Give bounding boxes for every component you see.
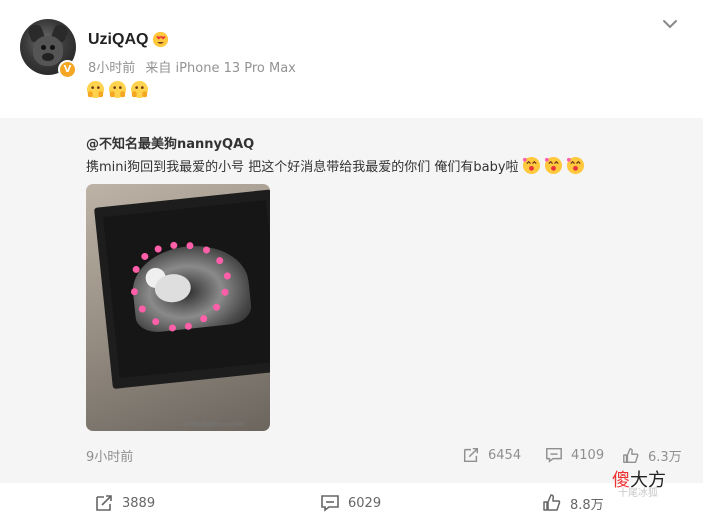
original-post-text: 携mini狗回到我最爱的小号 把这个好消息带给我最爱的你们 俺们有baby啦 — [86, 156, 585, 175]
post-header: V UziQAQ 8小时前 来自 iPhone 13 Pro Max — [0, 0, 703, 118]
avatar-face — [33, 36, 63, 66]
clap-emoji-icon — [130, 80, 149, 99]
original-comment-count[interactable]: 4109 — [545, 446, 604, 464]
celebrate-emoji-icon — [544, 156, 562, 175]
username[interactable]: UziQAQ — [88, 31, 148, 49]
repost-button[interactable]: 3889 — [94, 493, 155, 513]
reposted-post[interactable]: @不知名最美狗nannyQAQ 携mini狗回到我最爱的小号 把这个好消息带给我… — [0, 118, 703, 483]
avatar-snout — [42, 53, 54, 61]
repost-icon — [96, 495, 112, 511]
heart-decoration — [168, 324, 177, 332]
clap-emoji-icon — [86, 80, 105, 99]
original-like-count[interactable]: 6.3万 — [622, 446, 682, 465]
monitor-screen — [103, 199, 270, 379]
chevron-down-icon[interactable] — [660, 14, 680, 34]
heart-decoration — [184, 322, 193, 331]
heart-eyes-emoji-icon — [152, 31, 169, 48]
avatar-eye-right — [50, 45, 55, 50]
heart-decoration — [154, 245, 162, 253]
photo-watermark: @不知名最美狗nannyQAQ — [182, 422, 244, 428]
clap-emoji-icon — [108, 80, 127, 99]
like-thumb-icon — [623, 447, 639, 463]
heart-decoration — [140, 252, 149, 261]
comment-icon — [546, 447, 562, 463]
action-bar: 3889 6029 8.8万 — [0, 483, 703, 518]
site-watermark-subtitle: 十尾冰狐 — [618, 488, 658, 499]
original-like-count-value: 6.3万 — [648, 450, 682, 465]
like-button[interactable]: 8.8万 — [542, 493, 604, 513]
comment-count: 6029 — [348, 495, 382, 511]
post-time: 8小时前 — [88, 61, 136, 76]
comment-icon — [321, 495, 339, 512]
post-content — [86, 80, 149, 99]
like-count: 8.8万 — [570, 497, 604, 513]
ultrasound-photo[interactable]: @不知名最美狗nannyQAQ — [86, 184, 270, 431]
repost-icon — [463, 447, 479, 463]
post-meta: 8小时前 来自 iPhone 13 Pro Max — [88, 57, 302, 76]
original-comment-count-value: 4109 — [571, 447, 605, 463]
repost-count: 3889 — [122, 495, 156, 511]
avatar-eye-left — [41, 45, 46, 50]
celebrate-emoji-icon — [566, 156, 584, 175]
original-post-time: 9小时前 — [86, 450, 134, 465]
monitor — [94, 189, 270, 390]
post-source: 来自 iPhone 13 Pro Max — [145, 61, 296, 76]
original-post-body: 携mini狗回到我最爱的小号 把这个好消息带给我最爱的你们 俺们有baby啦 — [86, 160, 519, 175]
original-repost-count[interactable]: 6454 — [462, 446, 521, 464]
original-author-link[interactable]: @不知名最美狗nannyQAQ — [86, 133, 254, 152]
verified-badge-icon: V — [58, 60, 77, 79]
like-thumb-icon — [543, 494, 561, 511]
comment-button[interactable]: 6029 — [320, 493, 381, 513]
celebrate-emoji-icon — [522, 156, 540, 175]
original-repost-count-value: 6454 — [488, 447, 522, 463]
